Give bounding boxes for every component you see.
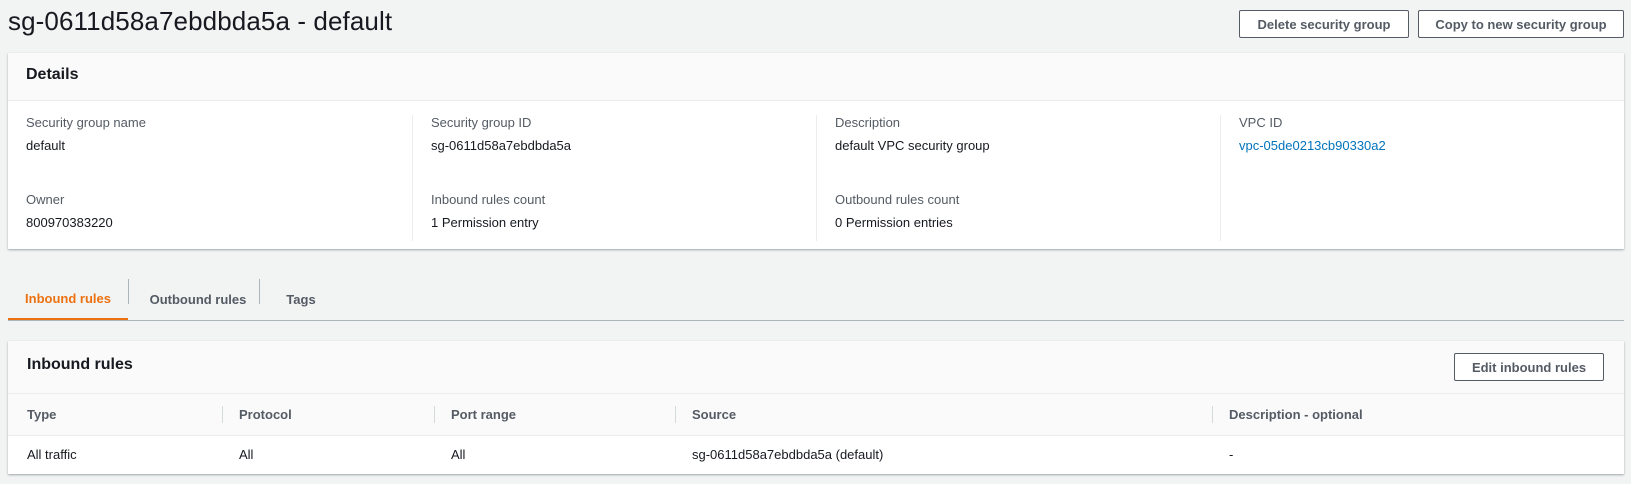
cell-port-range: All: [451, 447, 466, 462]
column-header-label: Port range: [451, 407, 517, 422]
details-column-3: Description default VPC security group O…: [816, 115, 1220, 241]
details-column-2: Security group ID sg-0611d58a7ebdbda5a I…: [412, 115, 816, 241]
column-divider: [675, 406, 676, 423]
delete-security-group-button[interactable]: Delete security group: [1239, 10, 1409, 38]
column-divider: [434, 406, 435, 423]
field-label: VPC ID: [1239, 115, 1283, 130]
field-label: Owner: [26, 192, 65, 207]
table-row[interactable]: All traffic All All sg-0611d58a7ebdbda5a…: [8, 436, 1624, 474]
column-header-type[interactable]: Type: [27, 394, 56, 435]
column-header-description[interactable]: Description - optional: [1212, 394, 1363, 435]
field-label: Inbound rules count: [431, 192, 546, 207]
details-column-1: Security group name default Owner 800970…: [8, 115, 412, 241]
details-heading: Details: [26, 66, 79, 83]
field-value: 1 Permission entry: [431, 215, 539, 230]
column-header-port-range[interactable]: Port range: [434, 394, 516, 435]
page-header: sg-0611d58a7ebdbda5a - default Delete se…: [0, 0, 1631, 48]
field-inbound-rules-count: Inbound rules count 1 Permission entry: [431, 192, 545, 231]
field-security-group-id: Security group ID sg-0611d58a7ebdbda5a: [431, 115, 571, 154]
page-title: sg-0611d58a7ebdbda5a - default: [8, 6, 393, 36]
cell-source: sg-0611d58a7ebdbda5a (default): [692, 447, 884, 462]
copy-to-new-security-group-button[interactable]: Copy to new security group: [1418, 10, 1624, 38]
field-value: 800970383220: [26, 215, 113, 230]
field-value: default: [26, 138, 66, 153]
field-label: Security group ID: [431, 115, 532, 130]
details-header: Details: [8, 53, 1624, 101]
column-divider: [222, 406, 223, 423]
tab-tags[interactable]: Tags: [268, 279, 334, 319]
column-header-label: Source: [692, 407, 737, 422]
tab-divider: [259, 279, 260, 304]
tab-bar: Inbound rules Outbound rules Tags: [8, 279, 1624, 321]
column-divider: [1212, 406, 1213, 423]
field-owner: Owner 800970383220: [26, 192, 113, 231]
details-panel: Details Security group name default Owne…: [8, 53, 1624, 249]
inbound-rules-header: Inbound rules Edit inbound rules: [8, 341, 1624, 394]
field-outbound-rules-count: Outbound rules count 0 Permission entrie…: [835, 192, 959, 231]
field-value: default VPC security group: [835, 138, 990, 153]
table-header: Type Protocol Port range Source Descript…: [8, 394, 1624, 436]
field-label: Description: [835, 115, 901, 130]
details-grid: Security group name default Owner 800970…: [8, 101, 1624, 249]
cell-type: All traffic: [27, 447, 77, 462]
details-column-4: VPC ID vpc-05de0213cb90330a2: [1220, 115, 1624, 241]
field-value: sg-0611d58a7ebdbda5a: [431, 138, 572, 153]
cell-description: -: [1229, 447, 1234, 462]
field-label: Security group name: [26, 115, 146, 130]
column-header-label: Protocol: [239, 407, 292, 422]
field-description: Description default VPC security group: [835, 115, 990, 154]
tab-outbound-rules[interactable]: Outbound rules: [128, 279, 268, 319]
column-header-label: Description - optional: [1229, 407, 1363, 422]
column-header-source[interactable]: Source: [675, 394, 736, 435]
vpc-id-link[interactable]: vpc-05de0213cb90330a2: [1239, 138, 1386, 154]
edit-inbound-rules-button[interactable]: Edit inbound rules: [1454, 353, 1604, 381]
inbound-rules-heading: Inbound rules: [27, 356, 133, 373]
field-security-group-name: Security group name default: [26, 115, 146, 154]
field-value: 0 Permission entries: [835, 215, 953, 230]
cell-protocol: All: [239, 447, 254, 462]
inbound-rules-panel: Inbound rules Edit inbound rules Type Pr…: [8, 341, 1624, 474]
field-vpc-id: VPC ID vpc-05de0213cb90330a2: [1239, 115, 1386, 154]
column-header-protocol[interactable]: Protocol: [222, 394, 292, 435]
tab-inbound-rules[interactable]: Inbound rules: [8, 279, 128, 320]
field-label: Outbound rules count: [835, 192, 960, 207]
